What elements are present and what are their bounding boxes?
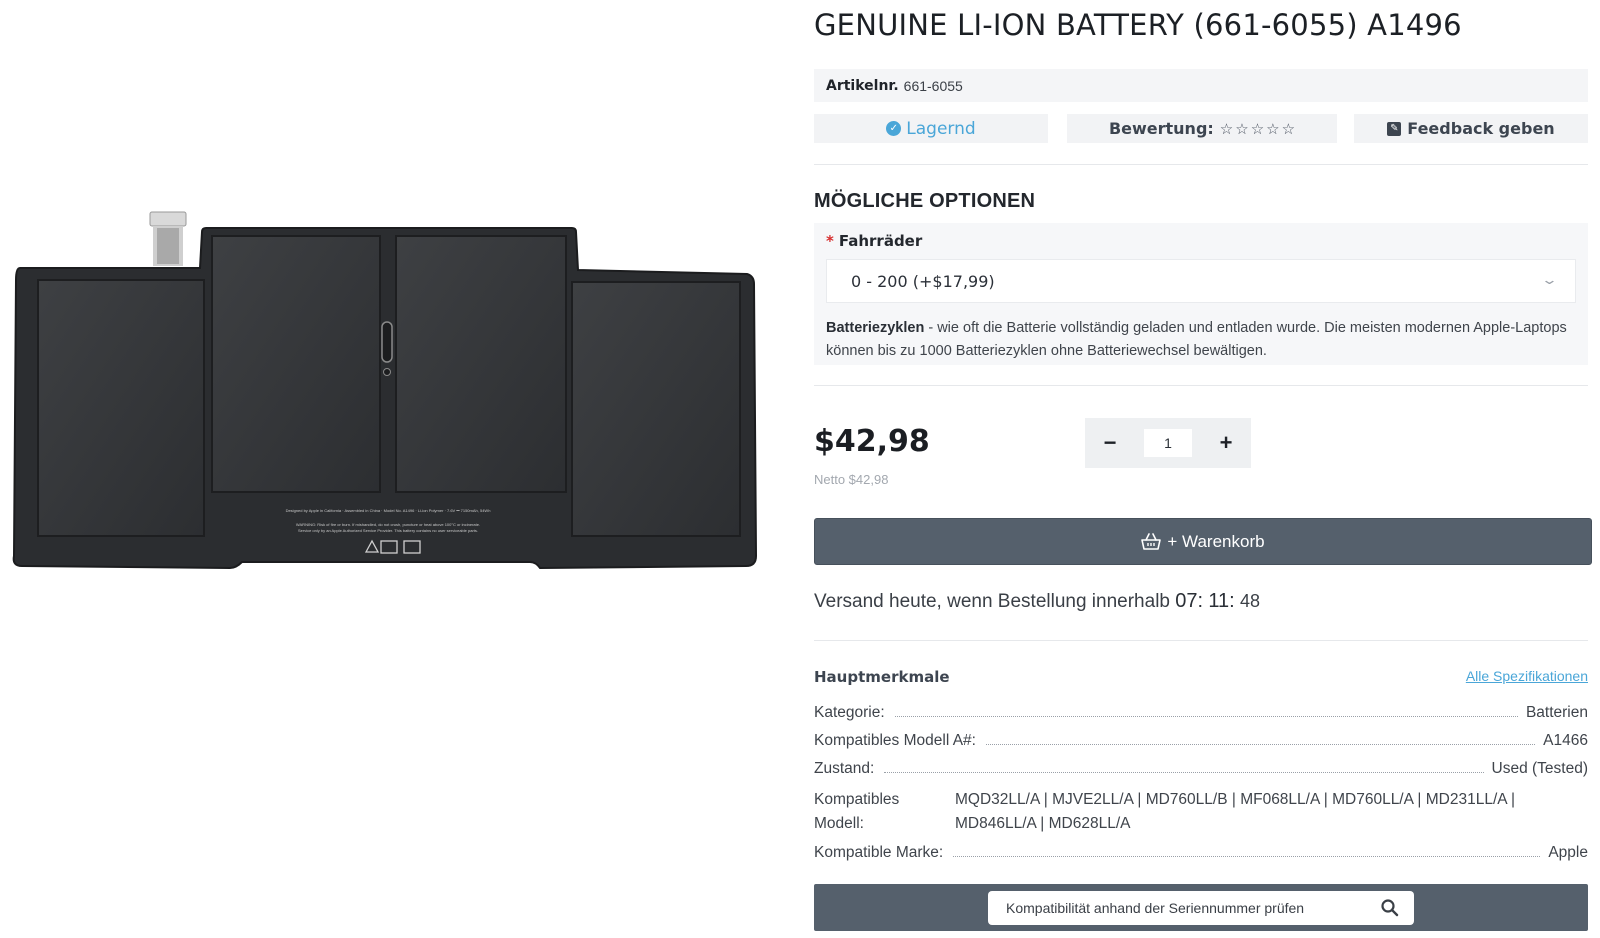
dot-leader: [953, 856, 1541, 857]
serial-number-input[interactable]: [988, 891, 1414, 925]
description-term: Batteriezyklen: [826, 320, 925, 336]
rating[interactable]: Bewertung: ☆ ☆ ☆ ☆ ☆: [1067, 114, 1337, 143]
shipping-countdown: Versand heute, wenn Bestellung innerhalb…: [814, 590, 1260, 613]
option-description: Batteriezyklen - wie oft die Batterie vo…: [826, 317, 1576, 363]
spec-key: Kompatibles Modell A#:: [814, 732, 976, 749]
serial-check-bar: [814, 884, 1588, 931]
add-to-cart-button[interactable]: + Warenkorb: [814, 518, 1592, 565]
spec-value: Apple: [1548, 844, 1588, 861]
feedback-button[interactable]: ✎ Feedback geben: [1354, 114, 1588, 143]
battery-label-line1: Designed by Apple in California · Assemb…: [286, 508, 491, 513]
divider: [814, 640, 1588, 641]
star-icon[interactable]: ☆: [1220, 120, 1233, 138]
stock-label: Lagernd: [906, 118, 976, 139]
stock-status: ✓ Lagernd: [814, 114, 1048, 143]
net-price: Netto $42,98: [814, 472, 889, 487]
spec-row: Zustand: Used (Tested): [814, 758, 1588, 778]
spec-value: Batterien: [1525, 704, 1588, 721]
star-icon[interactable]: ☆: [1251, 120, 1264, 138]
rating-label: Bewertung:: [1108, 119, 1214, 138]
countdown-minutes: 11: [1208, 590, 1230, 612]
feedback-label: Feedback geben: [1407, 119, 1555, 138]
star-icon[interactable]: ☆: [1282, 120, 1295, 138]
divider: [814, 164, 1588, 165]
countdown-separator: :: [1197, 590, 1204, 612]
basket-icon: [1141, 532, 1162, 550]
countdown-seconds: 48: [1239, 591, 1260, 611]
battery-image: Designed by Apple in California · Assemb…: [12, 211, 758, 570]
dot-leader: [985, 744, 1536, 745]
decrease-quantity-button[interactable]: −: [1095, 428, 1125, 458]
status-row: ✓ Lagernd Bewertung: ☆ ☆ ☆ ☆ ☆ ✎ Feedbac…: [814, 114, 1588, 143]
star-icon[interactable]: ☆: [1235, 120, 1248, 138]
quantity-stepper: − +: [1085, 418, 1251, 468]
sku-value: 661-6055: [903, 77, 963, 94]
check-circle-icon: ✓: [886, 121, 902, 136]
spec-key: Kompatible Marke:: [814, 844, 944, 861]
countdown-hours: 07: [1175, 590, 1198, 612]
search-icon[interactable]: [1380, 898, 1400, 918]
sku-label: Artikelnr.: [826, 77, 899, 94]
increase-quantity-button[interactable]: +: [1211, 428, 1241, 458]
divider: [814, 385, 1588, 386]
rating-stars[interactable]: ☆ ☆ ☆ ☆ ☆: [1220, 120, 1295, 138]
countdown-separator: :: [1229, 590, 1235, 612]
spec-row: Kompatible Marke: Apple: [814, 842, 1588, 862]
cart-label: + Warenkorb: [1167, 531, 1265, 551]
shipping-text: Versand heute, wenn Bestellung innerhalb: [814, 591, 1170, 612]
sku-row: Artikelnr. 661-6055: [814, 69, 1588, 102]
spec-key: Zustand:: [814, 760, 875, 777]
options-heading: MÖGLICHE OPTIONEN: [814, 190, 1036, 212]
dot-leader: [894, 716, 1518, 717]
product-image[interactable]: Designed by Apple in California · Assemb…: [0, 0, 790, 938]
cycles-select[interactable]: 0 - 200 (+$17,99) ⌄: [826, 259, 1576, 303]
dot-leader: [884, 772, 1484, 773]
product-title: GENUINE LI-ION BATTERY (661-6055) A1496: [814, 8, 1462, 42]
price: $42,98: [814, 424, 930, 459]
battery-label-line3: Service only by an Apple Authorized Serv…: [298, 528, 478, 533]
specs-heading: Hauptmerkmale: [814, 668, 950, 686]
required-marker: *: [826, 232, 834, 250]
edit-icon: ✎: [1387, 121, 1402, 136]
chevron-down-icon: ⌄: [1540, 273, 1559, 288]
select-value: 0 - 200 (+$17,99): [851, 271, 995, 291]
star-icon[interactable]: ☆: [1266, 120, 1279, 138]
all-specs-link[interactable]: Alle Spezifikationen: [1466, 668, 1588, 684]
battery-label-line2: WARNING: Risk of fire or burn. If mishan…: [296, 522, 480, 527]
quantity-input[interactable]: [1144, 429, 1192, 457]
spec-value: A1466: [1543, 732, 1588, 749]
option-label: * Fahrräder: [826, 232, 922, 250]
spec-key: Kompatibles Modell:: [814, 791, 900, 832]
compatible-models: MQD32LL/A | MJVE2LL/A | MD760LL/B | MF06…: [955, 791, 1516, 832]
spec-key: Kategorie:: [814, 704, 885, 721]
spec-value: Used (Tested): [1491, 760, 1588, 777]
description-text: - wie oft die Batterie vollständig gelad…: [826, 320, 1567, 359]
option-group: * Fahrräder 0 - 200 (+$17,99) ⌄ Batteriez…: [814, 223, 1588, 365]
spec-row: Kategorie: Batterien: [814, 702, 1588, 722]
option-label-text: Fahrräder: [838, 232, 923, 250]
spec-row: Kompatibles Modell A#: A1466: [814, 730, 1588, 750]
